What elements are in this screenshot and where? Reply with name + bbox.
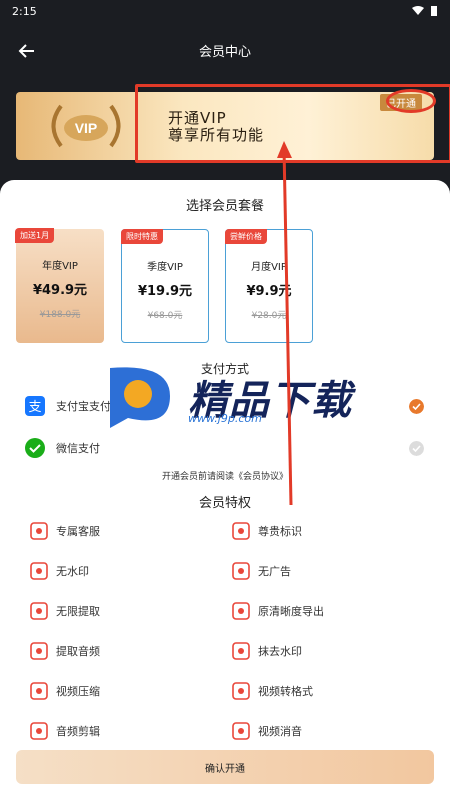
feature-item: 抹去水印: [230, 640, 302, 662]
feature-label: 音频剪辑: [56, 725, 100, 738]
header: 会员中心: [0, 22, 450, 78]
feature-item: 无广告: [230, 560, 291, 582]
plan-old-price: ¥188.0元: [39, 310, 81, 320]
feature-label: 无水印: [56, 565, 89, 578]
feature-label: 视频消音: [258, 725, 302, 738]
plan-tag: 尝鲜价格: [225, 229, 267, 244]
feature-item: 视频转格式: [230, 680, 313, 702]
no-ads-icon: [232, 562, 250, 580]
vip-mark-icon: [232, 522, 250, 540]
status-icons: [412, 5, 438, 17]
back-arrow-icon[interactable]: [14, 38, 40, 64]
feature-item: 无限提取: [28, 600, 100, 622]
alipay-label: 支付宝支付: [56, 400, 111, 413]
payment-title: 支付方式: [200, 362, 249, 376]
feature-label: 专属客服: [56, 525, 100, 538]
pay-option-alipay[interactable]: 支 支付宝支付: [24, 394, 428, 418]
selected-check-icon: [409, 398, 424, 414]
plan-name: 月度VIP: [251, 262, 287, 273]
plan-name: 年度VIP: [42, 261, 78, 272]
feature-label: 无广告: [258, 565, 291, 578]
feature-label: 提取音频: [56, 645, 100, 658]
no-watermark-icon: [30, 562, 48, 580]
plan-price: ¥49.9元: [32, 283, 88, 298]
feature-item: 视频消音: [230, 720, 302, 742]
pay-option-wechat[interactable]: 微信支付: [24, 436, 428, 460]
status-time: 2:15: [12, 4, 37, 18]
audio-edit-icon: [30, 722, 48, 740]
plan-old-price: ¥68.0元: [147, 311, 183, 321]
confirm-button[interactable]: 确认开通: [16, 750, 434, 784]
convert-icon: [232, 682, 250, 700]
wechat-label: 微信支付: [56, 442, 100, 455]
vip-laurel-icon: VIP: [51, 104, 121, 148]
feature-label: 尊贵标识: [258, 525, 302, 538]
headset-icon: [30, 522, 48, 540]
feature-item: 视频压缩: [28, 680, 100, 702]
mute-icon: [232, 722, 250, 740]
plan-quarterly[interactable]: 限时特惠 季度VIP ¥19.9元 ¥68.0元: [121, 229, 209, 343]
plan-price: ¥19.9元: [137, 284, 193, 299]
wechat-pay-icon: [25, 438, 45, 458]
plan-tag: 加送1月: [15, 228, 55, 243]
feature-label: 抹去水印: [258, 645, 302, 658]
svg-text:VIP: VIP: [75, 120, 98, 136]
plan-name: 季度VIP: [147, 262, 183, 273]
plan-old-price: ¥28.0元: [251, 311, 287, 321]
agreement-link[interactable]: 开通会员前请阅读《会员协议》: [0, 469, 450, 482]
feature-label: 视频压缩: [56, 685, 100, 698]
extract-icon: [30, 602, 48, 620]
plan-tag: 限时特惠: [121, 229, 163, 244]
erase-watermark-icon: [232, 642, 250, 660]
audio-icon: [30, 642, 48, 660]
feature-item: 尊贵标识: [230, 520, 302, 542]
wifi-icon: [412, 6, 424, 15]
plan-yearly[interactable]: 加送1月 年度VIP ¥49.9元 ¥188.0元: [15, 228, 104, 343]
unselected-check-icon: [409, 440, 424, 456]
feature-label: 原清晰度导出: [258, 605, 324, 618]
feature-label: 无限提取: [56, 605, 100, 618]
svg-text:支: 支: [28, 400, 41, 415]
feature-item: 提取音频: [28, 640, 100, 662]
feature-item: 无水印: [28, 560, 89, 582]
export-icon: [232, 602, 250, 620]
status-bar: 2:15: [0, 0, 450, 22]
plan-monthly[interactable]: 尝鲜价格 月度VIP ¥9.9元 ¥28.0元: [225, 229, 313, 343]
compress-icon: [30, 682, 48, 700]
feature-item: 专属客服: [28, 520, 100, 542]
alipay-icon: 支: [25, 396, 45, 416]
annotation-circle: [386, 89, 436, 113]
page-title: 会员中心: [198, 44, 251, 60]
features-title: 会员特权: [198, 496, 251, 511]
feature-item: 音频剪辑: [28, 720, 100, 742]
feature-item: 原清晰度导出: [230, 600, 324, 622]
battery-icon: [431, 6, 437, 16]
plan-price: ¥9.9元: [246, 284, 292, 299]
feature-label: 视频转格式: [258, 685, 313, 698]
plans-title: 选择会员套餐: [185, 199, 264, 214]
